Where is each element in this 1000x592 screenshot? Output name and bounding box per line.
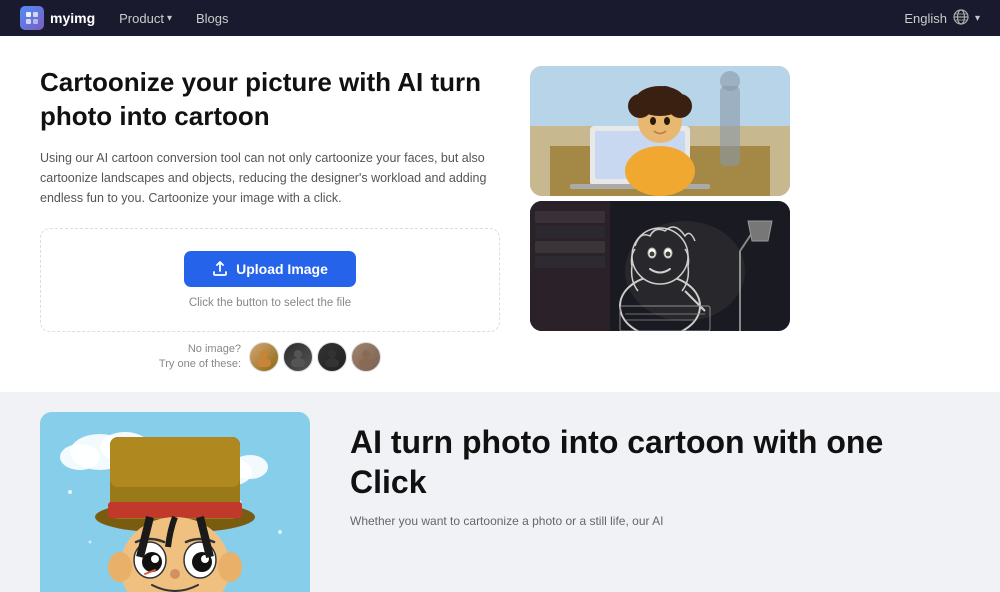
product-chevron: ▾	[167, 13, 172, 24]
hero-right	[530, 66, 790, 331]
nav-left: myimg Product ▾ Blogs	[20, 6, 229, 30]
nav-product[interactable]: Product ▾	[119, 11, 172, 26]
sample-img-2[interactable]	[283, 342, 313, 372]
hero-title: Cartoonize your picture with AI turn pho…	[40, 66, 500, 134]
language-label: English	[904, 11, 947, 26]
second-section: AI turn photo into cartoon with one Clic…	[0, 392, 1000, 592]
hero-description: Using our AI cartoon conversion tool can…	[40, 148, 500, 208]
hero-left: Cartoonize your picture with AI turn pho…	[40, 66, 500, 372]
sample-img-1[interactable]	[249, 342, 279, 372]
section-description: Whether you want to cartoonize a photo o…	[350, 512, 960, 531]
logo-text: myimg	[50, 10, 95, 26]
product-label: Product	[119, 11, 164, 26]
section-title: AI turn photo into cartoon with one Clic…	[350, 422, 960, 502]
hero-image-cartoon	[530, 201, 790, 331]
sample-img-4[interactable]	[351, 342, 381, 372]
cartoon-character-image	[40, 412, 310, 592]
logo-icon	[20, 6, 44, 30]
sample-label-line2: Try one of these:	[159, 357, 241, 372]
upload-icon	[212, 261, 228, 277]
second-section-text: AI turn photo into cartoon with one Clic…	[350, 412, 960, 531]
upload-box: Upload Image Click the button to select …	[40, 228, 500, 332]
blogs-label: Blogs	[196, 11, 229, 26]
upload-button-label: Upload Image	[236, 261, 328, 277]
sample-img-3[interactable]	[317, 342, 347, 372]
nav-right[interactable]: English ▾	[904, 9, 980, 28]
language-icon	[953, 9, 969, 28]
upload-hint: Click the button to select the file	[189, 297, 351, 309]
sample-label-line1: No image?	[159, 342, 241, 357]
hero-section: Cartoonize your picture with AI turn pho…	[0, 36, 1000, 392]
nav-blogs[interactable]: Blogs	[196, 11, 229, 26]
sample-images-row: No image? Try one of these:	[40, 342, 500, 373]
logo[interactable]: myimg	[20, 6, 95, 30]
language-chevron: ▾	[975, 13, 980, 24]
sample-images	[249, 342, 381, 372]
upload-button[interactable]: Upload Image	[184, 251, 356, 287]
hero-image-color	[530, 66, 790, 196]
navbar: myimg Product ▾ Blogs English ▾	[0, 0, 1000, 36]
